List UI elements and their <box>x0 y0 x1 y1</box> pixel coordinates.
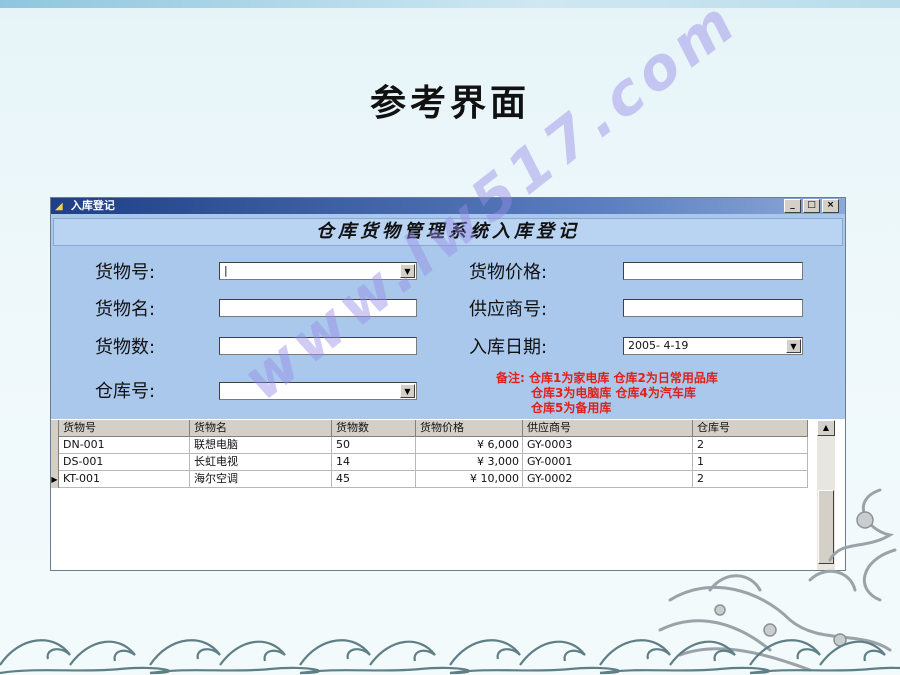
cell-item-price[interactable]: ¥ 10,000 <box>416 471 523 488</box>
supplier-no-input[interactable] <box>623 299 803 317</box>
note-line-3: 仓库5为备用库 <box>531 401 612 415</box>
table-row[interactable]: DS-001 长虹电视 14 ¥ 3,000 GY-0001 1 <box>51 454 811 471</box>
window-titlebar[interactable]: ◢ 入库登记 _ □ × <box>51 198 845 214</box>
dropdown-arrow-icon[interactable]: ▼ <box>400 384 415 398</box>
wave-border-icon <box>0 639 900 675</box>
in-date-value: 2005- 4-19 <box>628 339 689 352</box>
cell-item-no[interactable]: DS-001 <box>59 454 190 471</box>
note-line-1: 备注: 仓库1为家电库 仓库2为日常用品库 <box>496 371 718 385</box>
scroll-up-icon[interactable]: ▲ <box>817 420 835 436</box>
grid-corner <box>51 420 59 437</box>
item-no-label: 货物号: <box>95 262 156 283</box>
item-no-value: | <box>224 264 228 277</box>
top-strip <box>0 0 900 8</box>
close-button[interactable]: × <box>822 199 839 213</box>
warehouse-label: 仓库号: <box>95 381 156 402</box>
warehouse-combo[interactable]: ▼ <box>219 382 417 400</box>
in-date-picker[interactable]: 2005- 4-19 ▼ <box>623 337 803 355</box>
in-date-label: 入库日期: <box>469 337 548 358</box>
cell-item-price[interactable]: ¥ 3,000 <box>416 454 523 471</box>
grid-header: 货物号 货物名 货物数 货物价格 供应商号 仓库号 <box>51 420 811 437</box>
cell-item-qty[interactable]: 14 <box>332 454 416 471</box>
cell-item-qty[interactable]: 50 <box>332 437 416 454</box>
form-banner: 仓库货物管理系统入库登记 <box>53 218 843 246</box>
row-selector[interactable] <box>51 437 59 454</box>
row-pointer-icon[interactable]: ▶ <box>51 471 59 488</box>
note-line-2: 仓库3为电脑库 仓库4为汽车库 <box>531 386 696 400</box>
table-row[interactable]: DN-001 联想电脑 50 ¥ 6,000 GY-0003 2 <box>51 437 811 454</box>
col-header-supplier-no[interactable]: 供应商号 <box>523 420 693 437</box>
cell-supplier-no[interactable]: GY-0003 <box>523 437 693 454</box>
col-header-warehouse[interactable]: 仓库号 <box>693 420 808 437</box>
cell-item-qty[interactable]: 45 <box>332 471 416 488</box>
cell-item-price[interactable]: ¥ 6,000 <box>416 437 523 454</box>
minimize-button[interactable]: _ <box>784 199 801 213</box>
item-no-combo[interactable]: | ▼ <box>219 262 417 280</box>
dropdown-arrow-icon[interactable]: ▼ <box>400 264 415 278</box>
cell-warehouse[interactable]: 2 <box>693 437 808 454</box>
form-area: 仓库货物管理系统入库登记 货物号: | ▼ 货物价格: 货物名: 供应商号: 货… <box>51 214 845 419</box>
app-icon: ◢ <box>55 201 63 212</box>
item-qty-label: 货物数: <box>95 337 156 358</box>
item-name-input[interactable] <box>219 299 417 317</box>
row-selector[interactable] <box>51 454 59 471</box>
cell-item-no[interactable]: KT-001 <box>59 471 190 488</box>
cell-supplier-no[interactable]: GY-0001 <box>523 454 693 471</box>
maximize-button[interactable]: □ <box>803 199 820 213</box>
col-header-item-qty[interactable]: 货物数 <box>332 420 416 437</box>
slide-title: 参考界面 <box>369 82 530 124</box>
cell-item-no[interactable]: DN-001 <box>59 437 190 454</box>
item-qty-input[interactable] <box>219 337 417 355</box>
cell-warehouse[interactable]: 1 <box>693 454 808 471</box>
window-controls: _ □ × <box>784 199 839 213</box>
col-header-item-price[interactable]: 货物价格 <box>416 420 523 437</box>
col-header-item-no[interactable]: 货物号 <box>59 420 190 437</box>
cell-item-name[interactable]: 联想电脑 <box>190 437 332 454</box>
dropdown-arrow-icon[interactable]: ▼ <box>786 339 801 353</box>
supplier-no-label: 供应商号: <box>469 299 548 320</box>
item-price-label: 货物价格: <box>469 262 548 283</box>
cell-item-name[interactable]: 海尔空调 <box>190 471 332 488</box>
item-name-label: 货物名: <box>95 299 156 320</box>
cell-item-name[interactable]: 长虹电视 <box>190 454 332 471</box>
window-title: 入库登记 <box>70 199 115 212</box>
col-header-item-name[interactable]: 货物名 <box>190 420 332 437</box>
item-price-input[interactable] <box>623 262 803 280</box>
